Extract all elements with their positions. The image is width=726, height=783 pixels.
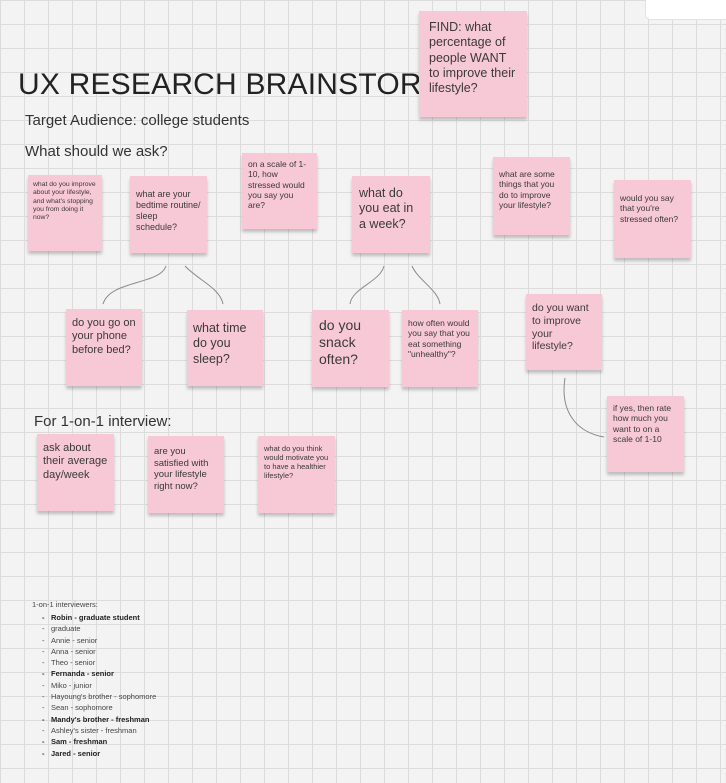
interviewer-item: Miko - junior bbox=[42, 680, 156, 691]
sticky-note-text: ask about their average day/week bbox=[43, 442, 108, 481]
sticky-note-sleep-time[interactable]: what time do you sleep? bbox=[187, 310, 263, 386]
sticky-note-text: FIND: what percentage of people WANT to … bbox=[429, 20, 516, 95]
connector-want-rate bbox=[563, 377, 605, 438]
sticky-note-want-improve[interactable]: do you want to improve your lifestyle? bbox=[526, 294, 602, 370]
sticky-note-find-percentage[interactable]: FIND: what percentage of people WANT to … bbox=[419, 11, 527, 117]
sticky-note-snack-often[interactable]: do you snack often? bbox=[312, 310, 389, 387]
sticky-note-text: do you snack often? bbox=[319, 317, 362, 368]
sticky-note-text: what are your bedtime routine/ sleep sch… bbox=[136, 189, 201, 232]
interviewer-item: Sean - sophomore bbox=[42, 702, 156, 713]
sticky-note-things-to-improve[interactable]: what are some things that you do to impr… bbox=[493, 157, 570, 235]
sticky-note-text: what do you eat in a week? bbox=[359, 186, 414, 231]
sticky-note-bedtime-routine[interactable]: what are your bedtime routine/ sleep sch… bbox=[130, 176, 207, 253]
connector-bedtime-phone bbox=[102, 265, 167, 305]
interviewers-list: 1-on-1 interviewers: Robin - graduate st… bbox=[32, 600, 156, 759]
sticky-note-text: if yes, then rate how much you want to o… bbox=[613, 403, 672, 445]
sticky-note-text: what are some things that you do to impr… bbox=[499, 169, 555, 211]
sticky-note-phone-before-bed[interactable]: do you go on your phone before bed? bbox=[66, 309, 142, 386]
interviewer-item: Fernanda - senior bbox=[42, 668, 156, 679]
sticky-note-stressed-often[interactable]: would you say that you're stressed often… bbox=[614, 180, 691, 258]
sticky-note-unhealthy-often[interactable]: how often would you say that you eat som… bbox=[402, 310, 478, 387]
interviewer-item: Mandy's brother - freshman bbox=[42, 714, 156, 725]
connector-bedtime-sleep bbox=[184, 265, 224, 305]
interviewer-item: Hayoung's brother - sophomore bbox=[42, 691, 156, 702]
sticky-note-stress-scale[interactable]: on a scale of 1-10, how stressed would y… bbox=[242, 153, 317, 229]
sticky-note-text: what do you improve about your lifestyle… bbox=[33, 181, 96, 222]
interviewer-item: Sam - freshman bbox=[42, 736, 156, 747]
sticky-note-text: what time do you sleep? bbox=[193, 321, 247, 366]
sticky-note-satisfied[interactable]: are you satisfied with your lifestyle ri… bbox=[148, 436, 224, 513]
interviewer-item: Theo - senior bbox=[42, 657, 156, 668]
sticky-note-average-day[interactable]: ask about their average day/week bbox=[37, 434, 114, 511]
sticky-note-text: on a scale of 1-10, how stressed would y… bbox=[248, 159, 307, 211]
interviewer-item: graduate bbox=[42, 623, 156, 634]
interviewer-item: Ashley's sister - freshman bbox=[42, 725, 156, 736]
interviewers-label: 1-on-1 interviewers: bbox=[32, 600, 98, 609]
sticky-note-text: how often would you say that you eat som… bbox=[408, 318, 470, 360]
sticky-note-rate-want[interactable]: if yes, then rate how much you want to o… bbox=[607, 396, 684, 472]
sticky-note-improve-lifestyle[interactable]: what do you improve about your lifestyle… bbox=[28, 175, 102, 251]
interviewer-item: Annie - senior bbox=[42, 635, 156, 646]
sticky-note-motivate[interactable]: what do you think would motivate you to … bbox=[258, 436, 335, 513]
sticky-note-text: are you satisfied with your lifestyle ri… bbox=[154, 446, 209, 492]
sticky-note-text: do you want to improve your lifestyle? bbox=[532, 302, 589, 353]
sticky-note-text: what do you think would motivate you to … bbox=[264, 444, 329, 481]
interviewer-item: Jared - senior bbox=[42, 748, 156, 759]
sticky-note-text: do you go on your phone before bed? bbox=[72, 317, 136, 356]
sticky-note-text: would you say that you're stressed often… bbox=[620, 193, 679, 224]
interviewer-item: Robin - graduate student bbox=[42, 612, 156, 623]
interviewer-item: Anna - senior bbox=[42, 646, 156, 657]
connector-eat-snack bbox=[349, 265, 385, 305]
connector-eat-unhealthy bbox=[411, 265, 441, 305]
sticky-note-eat-week[interactable]: what do you eat in a week? bbox=[352, 176, 430, 253]
